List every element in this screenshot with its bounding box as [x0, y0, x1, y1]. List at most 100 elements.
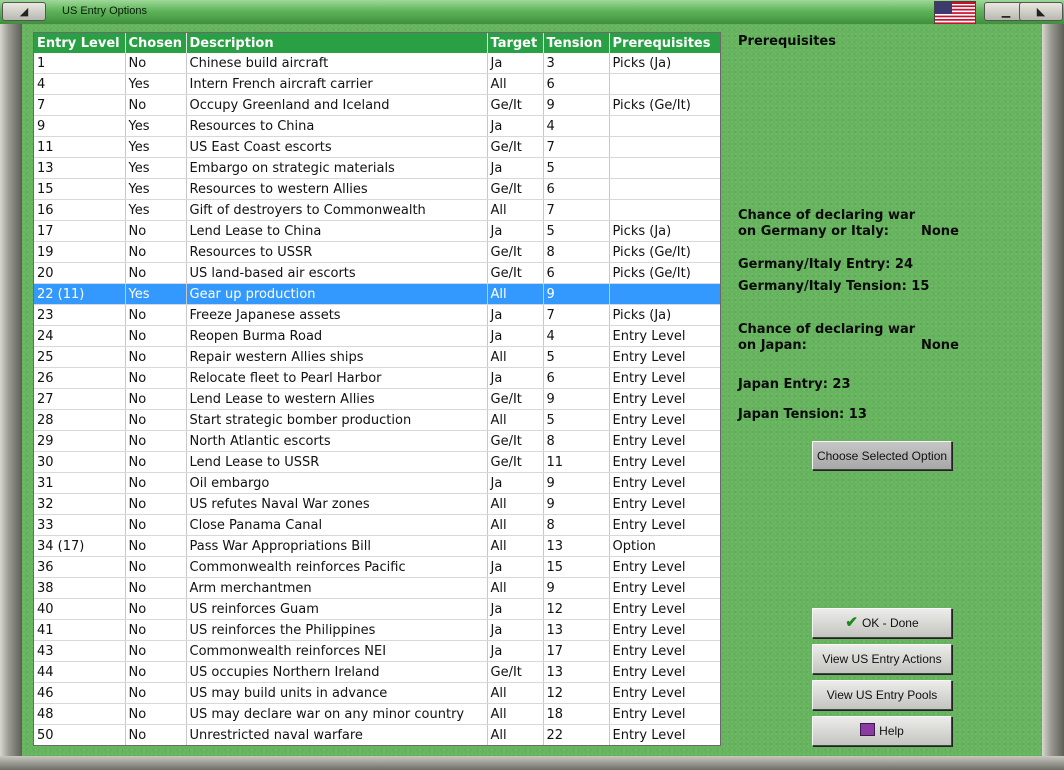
table-cell: Ge/It: [487, 94, 544, 116]
view-us-entry-actions-button[interactable]: View US Entry Actions: [812, 644, 952, 674]
entry-options-table: Entry Level Chosen Description Target Tensio…: [33, 32, 721, 746]
table-row[interactable]: 24 No Reopen Burma Road Ja 4 Entry Level: [34, 325, 720, 347]
table-cell: Ja: [487, 367, 544, 389]
table-cell: Entry Level: [609, 346, 720, 368]
table-cell: Entry Level: [609, 367, 720, 389]
table-cell: Chinese build aircraft: [186, 53, 488, 74]
table-row[interactable]: 50 No Unrestricted naval warfare All 22 Entry…: [34, 724, 720, 745]
table-cell: Entry Level: [609, 430, 720, 452]
table-cell: 6: [543, 178, 610, 200]
table-row[interactable]: 44 No US occupies Northern Ireland Ge/It 13 E…: [34, 661, 720, 683]
table-cell: No: [125, 682, 187, 704]
table-cell: No: [125, 556, 187, 578]
column-header[interactable]: Prerequisites: [609, 33, 720, 53]
table-cell: 27: [34, 388, 126, 410]
table-row[interactable]: 26 No Relocate fleet to Pearl Harbor Ja 6 Ent…: [34, 367, 720, 389]
table-row[interactable]: 20 No US land-based air escorts Ge/It 6 Picks…: [34, 262, 720, 284]
table-cell: 8: [543, 241, 610, 263]
table-row[interactable]: 31 No Oil embargo Ja 9 Entry Level: [34, 472, 720, 494]
table-cell: 9: [34, 115, 126, 137]
table-row[interactable]: 23 No Freeze Japanese assets Ja 7 Picks (Ja): [34, 304, 720, 326]
table-row[interactable]: 36 No Commonwealth reinforces Pacific Ja 15 E…: [34, 556, 720, 578]
table-cell: No: [125, 367, 187, 389]
column-header[interactable]: Entry Level: [34, 33, 126, 53]
table-row[interactable]: 48 No US may declare war on any minor coun…: [34, 703, 720, 725]
table-cell: 13: [543, 619, 610, 641]
table-cell: All: [487, 493, 544, 515]
table-cell: Oil embargo: [186, 472, 488, 494]
table-row[interactable]: 13 Yes Embargo on strategic materials Ja 5: [34, 157, 720, 179]
table-row[interactable]: 33 No Close Panama Canal All 8 Entry Level: [34, 514, 720, 536]
ok-done-button[interactable]: ✔ OK - Done: [812, 608, 952, 638]
column-header[interactable]: Chosen: [125, 33, 187, 53]
table-cell: 30: [34, 451, 126, 473]
table-header: Entry Level Chosen Description Target Tensio…: [34, 33, 720, 53]
frame-bottom: [0, 756, 1064, 770]
table-cell: Ge/It: [487, 388, 544, 410]
column-header[interactable]: Description: [186, 33, 488, 53]
table-row[interactable]: 41 No US reinforces the Philippines Ja 13 Ent…: [34, 619, 720, 641]
table-cell: 16: [34, 199, 126, 221]
table-row[interactable]: 1 No Chinese build aircraft Ja 3 Picks (Ja): [34, 53, 720, 74]
table-cell: Embargo on strategic materials: [186, 157, 488, 179]
table-cell: 43: [34, 640, 126, 662]
table-row[interactable]: 34 (17) No Pass War Appropriations Bill All…: [34, 535, 720, 557]
table-row[interactable]: 16 Yes Gift of destroyers to Commonwealth A…: [34, 199, 720, 221]
column-header[interactable]: Target: [487, 33, 544, 53]
table-cell: 17: [34, 220, 126, 242]
table-cell: No: [125, 514, 187, 536]
table-cell: No: [125, 325, 187, 347]
table-cell: US reinforces Guam: [186, 598, 488, 620]
choose-selected-option-button[interactable]: Choose Selected Option: [812, 441, 952, 470]
table-cell: Gear up production: [186, 283, 488, 305]
table-row[interactable]: 43 No Commonwealth reinforces NEI Ja 17 Entry…: [34, 640, 720, 662]
table-cell: 6: [543, 262, 610, 284]
table-row[interactable]: 28 No Start strategic bomber production All…: [34, 409, 720, 431]
table-row[interactable]: 9 Yes Resources to China Ja 4: [34, 115, 720, 137]
table-row[interactable]: 27 No Lend Lease to western Allies Ge/It 9 En…: [34, 388, 720, 410]
table-row[interactable]: 32 No US refutes Naval War zones All 9 Entry …: [34, 493, 720, 515]
table-cell: 26: [34, 367, 126, 389]
table-row[interactable]: 15 Yes Resources to western Allies Ge/It 6: [34, 178, 720, 200]
table-row[interactable]: 7 No Occupy Greenland and Iceland Ge/It 9 Pic…: [34, 94, 720, 116]
table-cell: No: [125, 661, 187, 683]
table-row[interactable]: 19 No Resources to USSR Ge/It 8 Picks (Ge/It): [34, 241, 720, 263]
table-row[interactable]: 22 (11) Yes Gear up production All 9: [34, 283, 720, 305]
table-cell: Ge/It: [487, 430, 544, 452]
column-header[interactable]: Tension: [543, 33, 610, 53]
table-cell: 6: [543, 367, 610, 389]
table-row[interactable]: 4 Yes Intern French aircraft carrier All 6: [34, 73, 720, 95]
table-cell: No: [125, 94, 187, 116]
table-cell: 13: [543, 661, 610, 683]
table-cell: [609, 73, 720, 95]
table-cell: Entry Level: [609, 598, 720, 620]
table-row[interactable]: 17 No Lend Lease to China Ja 5 Picks (Ja): [34, 220, 720, 242]
table-cell: 12: [543, 682, 610, 704]
table-cell: Ge/It: [487, 136, 544, 158]
table-cell: No: [125, 493, 187, 515]
table-cell: Ge/It: [487, 178, 544, 200]
table-cell: Repair western Allies ships: [186, 346, 488, 368]
table-cell: Picks (Ge/It): [609, 262, 720, 284]
table-cell: All: [487, 577, 544, 599]
help-button[interactable]: Help: [812, 716, 952, 746]
table-cell: 9: [543, 577, 610, 599]
view-us-entry-pools-button[interactable]: View US Entry Pools: [812, 680, 952, 710]
table-cell: 5: [543, 157, 610, 179]
table-cell: [609, 199, 720, 221]
table-cell: Picks (Ja): [609, 304, 720, 326]
table-cell: Entry Level: [609, 388, 720, 410]
restore-button[interactable]: ◢: [2, 2, 46, 21]
table-row[interactable]: 40 No US reinforces Guam Ja 12 Entry Level: [34, 598, 720, 620]
table-row[interactable]: 11 Yes US East Coast escorts Ge/It 7: [34, 136, 720, 158]
table-cell: 11: [543, 451, 610, 473]
table-row[interactable]: 25 No Repair western Allies ships All 5 Entry…: [34, 346, 720, 368]
table-cell: No: [125, 598, 187, 620]
close-button[interactable]: ◣: [1019, 2, 1063, 21]
table-row[interactable]: 30 No Lend Lease to USSR Ge/It 11 Entry Level: [34, 451, 720, 473]
table-row[interactable]: 46 No US may build units in advance All 12 En…: [34, 682, 720, 704]
table-row[interactable]: 38 No Arm merchantmen All 9 Entry Level: [34, 577, 720, 599]
table-row[interactable]: 29 No North Atlantic escorts Ge/It 8 Entry Le…: [34, 430, 720, 452]
table-cell: 46: [34, 682, 126, 704]
table-cell: 9: [543, 472, 610, 494]
